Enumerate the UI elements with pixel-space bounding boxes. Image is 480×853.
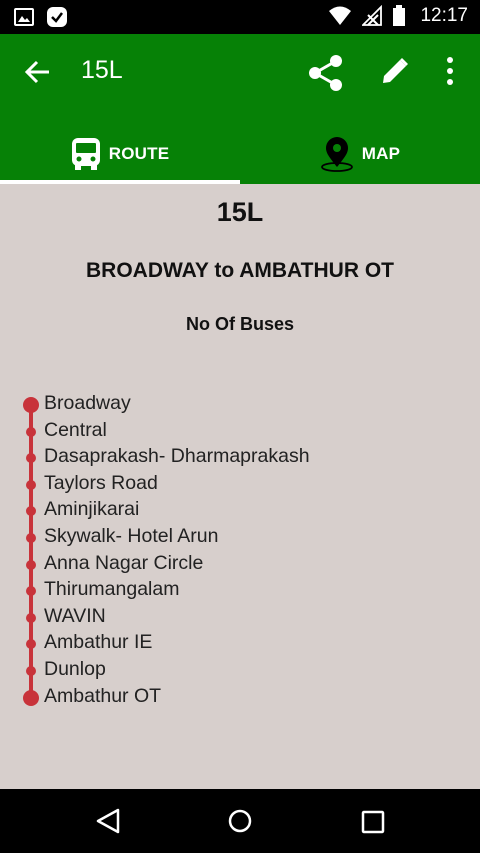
- stop-dot: [26, 639, 36, 650]
- stop-item[interactable]: Ambathur IE: [0, 629, 480, 656]
- stop-name: Ambathur OT: [44, 684, 162, 707]
- stop-name: Thirumangalam: [44, 578, 180, 601]
- stop-name: Dasaprakash- Dharmaprakash: [44, 445, 310, 468]
- battery-icon: [393, 5, 406, 26]
- app-toolbar: 15L ROUTE MAP: [0, 34, 480, 184]
- tab-map-label: MAP: [361, 144, 401, 163]
- stop-item[interactable]: Dunlop: [0, 656, 480, 683]
- nav-back-icon[interactable]: [94, 807, 122, 835]
- stop-item[interactable]: Central: [0, 417, 480, 444]
- terminal-stop-dot: [23, 689, 39, 706]
- stop-item[interactable]: Skywalk- Hotel Arun: [0, 523, 480, 550]
- stop-name: Central: [44, 418, 107, 441]
- stop-name: Dunlop: [44, 657, 106, 680]
- system-nav-bar: [0, 789, 480, 853]
- back-arrow-icon[interactable]: [22, 56, 54, 88]
- stop-item[interactable]: Dasaprakash- Dharmaprakash: [0, 443, 480, 470]
- status-notifications: [14, 6, 68, 28]
- stop-dot: [26, 612, 36, 623]
- stop-dot: [26, 453, 36, 464]
- stop-dot: [26, 586, 36, 597]
- stop-name: Taylors Road: [44, 471, 158, 494]
- terminal-stop-dot: [23, 397, 39, 413]
- status-bar: 12:17: [0, 0, 480, 34]
- check-icon: [47, 7, 67, 27]
- stop-name: Broadway: [44, 392, 131, 414]
- stop-item[interactable]: Broadway: [0, 390, 480, 417]
- more-vert-icon[interactable]: [440, 54, 460, 88]
- route-number: 15L: [216, 197, 264, 227]
- stop-name: Aminjikarai: [44, 498, 140, 521]
- status-system: 12:17: [328, 5, 468, 27]
- bus-icon: [71, 138, 100, 170]
- stop-list: Broadway Central Dasaprakash- Dharmaprakas…: [0, 390, 480, 709]
- tab-route-label: ROUTE: [108, 144, 170, 163]
- stop-item[interactable]: Thirumangalam: [0, 576, 480, 603]
- stop-name: WAVIN: [44, 604, 106, 627]
- stop-dot: [26, 559, 36, 570]
- stop-dot: [26, 506, 36, 517]
- stop-item[interactable]: Taylors Road: [0, 470, 480, 497]
- stop-name: Skywalk- Hotel Arun: [44, 524, 219, 547]
- tab-map[interactable]: MAP: [240, 124, 480, 184]
- stop-item[interactable]: Ambathur OT: [0, 683, 480, 710]
- wifi-icon: [329, 6, 352, 25]
- nav-home-icon[interactable]: [226, 807, 254, 835]
- stop-item[interactable]: Aminjikarai: [0, 496, 480, 523]
- map-pin-icon: [320, 137, 353, 172]
- share-icon[interactable]: [307, 54, 345, 92]
- edit-icon[interactable]: [380, 56, 410, 86]
- nav-recents-icon[interactable]: [360, 809, 386, 835]
- toolbar-title: 15L: [81, 56, 123, 84]
- no-of-buses-label: No Of Buses: [185, 314, 295, 334]
- stop-dot: [26, 532, 36, 543]
- status-time: 12:17: [420, 5, 468, 26]
- stop-dot: [26, 479, 36, 490]
- stop-dot: [26, 426, 36, 437]
- no-signal-icon: [362, 5, 383, 26]
- stop-dot: [26, 665, 36, 676]
- stop-item[interactable]: Anna Nagar Circle: [0, 550, 480, 577]
- route-details: 15L BROADWAY to AMBATHUR OT No Of Buses …: [0, 184, 480, 789]
- route-description: BROADWAY to AMBATHUR OT: [86, 259, 394, 282]
- stop-name: Anna Nagar Circle: [44, 551, 204, 574]
- stop-item[interactable]: WAVIN: [0, 603, 480, 630]
- image-icon: [14, 8, 34, 26]
- tab-route[interactable]: ROUTE: [0, 124, 240, 184]
- stop-name: Ambathur IE: [44, 631, 153, 654]
